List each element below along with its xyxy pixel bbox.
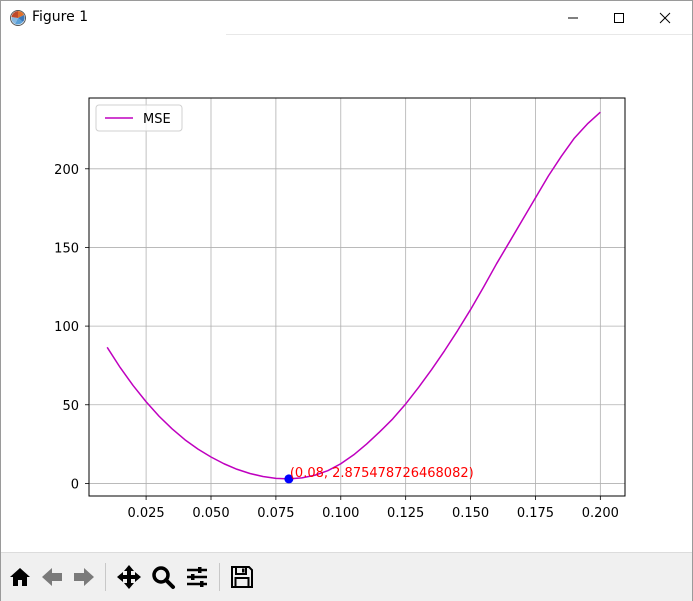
mse-chart[interactable]: (0.08, 2.875478726468082) 0.025 0.050 0.07… — [1, 35, 692, 552]
grid-layer — [89, 98, 625, 496]
y-tick-label: 150 — [54, 241, 79, 256]
title-bar[interactable]: Figure 1 — [1, 1, 692, 35]
back-button[interactable] — [37, 562, 67, 592]
y-tick-label: 100 — [54, 320, 79, 335]
figure-window: Figure 1 (0.08, 2.875478726468082) 0.025… — [0, 0, 693, 601]
axes-frame — [88, 97, 626, 497]
legend-label-mse: MSE — [143, 112, 171, 127]
x-tick-label: 0.125 — [387, 506, 424, 521]
x-tick-label: 0.150 — [452, 506, 489, 521]
save-button[interactable] — [227, 562, 257, 592]
back-arrow-icon — [42, 568, 62, 586]
x-tick-label: 0.175 — [517, 506, 554, 521]
x-tick-label: 0.100 — [322, 506, 359, 521]
x-tick-label: 0.025 — [127, 506, 164, 521]
pan-move-icon — [117, 565, 141, 589]
legend: MSE — [95, 104, 183, 132]
x-tick-label: 0.200 — [582, 506, 619, 521]
maximize-icon — [614, 13, 624, 23]
toolbar-separator — [219, 563, 220, 591]
x-tick-label: 0.075 — [257, 506, 294, 521]
pan-button[interactable] — [114, 562, 144, 592]
toolbar-separator — [105, 563, 106, 591]
figure-canvas[interactable]: (0.08, 2.875478726468082) 0.025 0.050 0.07… — [1, 35, 692, 552]
home-icon — [10, 568, 30, 586]
maximize-button[interactable] — [596, 1, 642, 35]
zoom-button[interactable] — [148, 562, 178, 592]
y-tick-label: 200 — [54, 163, 79, 178]
close-button[interactable] — [642, 1, 688, 35]
forward-button[interactable] — [69, 562, 99, 592]
forward-arrow-icon — [74, 568, 94, 586]
y-tick-label: 0 — [71, 477, 79, 492]
window-title: Figure 1 — [32, 9, 89, 25]
subplots-config-icon — [187, 567, 207, 587]
series-line-mse — [106, 111, 601, 480]
minimize-icon — [568, 17, 578, 19]
matplotlib-figure-icon — [10, 10, 26, 26]
subplots-config-button[interactable] — [182, 562, 212, 592]
close-icon — [659, 12, 671, 24]
navigation-toolbar — [1, 552, 692, 601]
zoom-magnifier-icon — [152, 566, 175, 589]
minimize-button[interactable] — [550, 1, 596, 35]
x-tick-label: 0.050 — [192, 506, 229, 521]
minimum-point-annotation: (0.08, 2.875478726468082) — [290, 466, 474, 481]
y-tick-label: 50 — [62, 399, 79, 414]
series-layer: (0.08, 2.875478726468082) — [106, 111, 601, 484]
home-button[interactable] — [5, 562, 35, 592]
save-disk-icon — [231, 566, 253, 588]
